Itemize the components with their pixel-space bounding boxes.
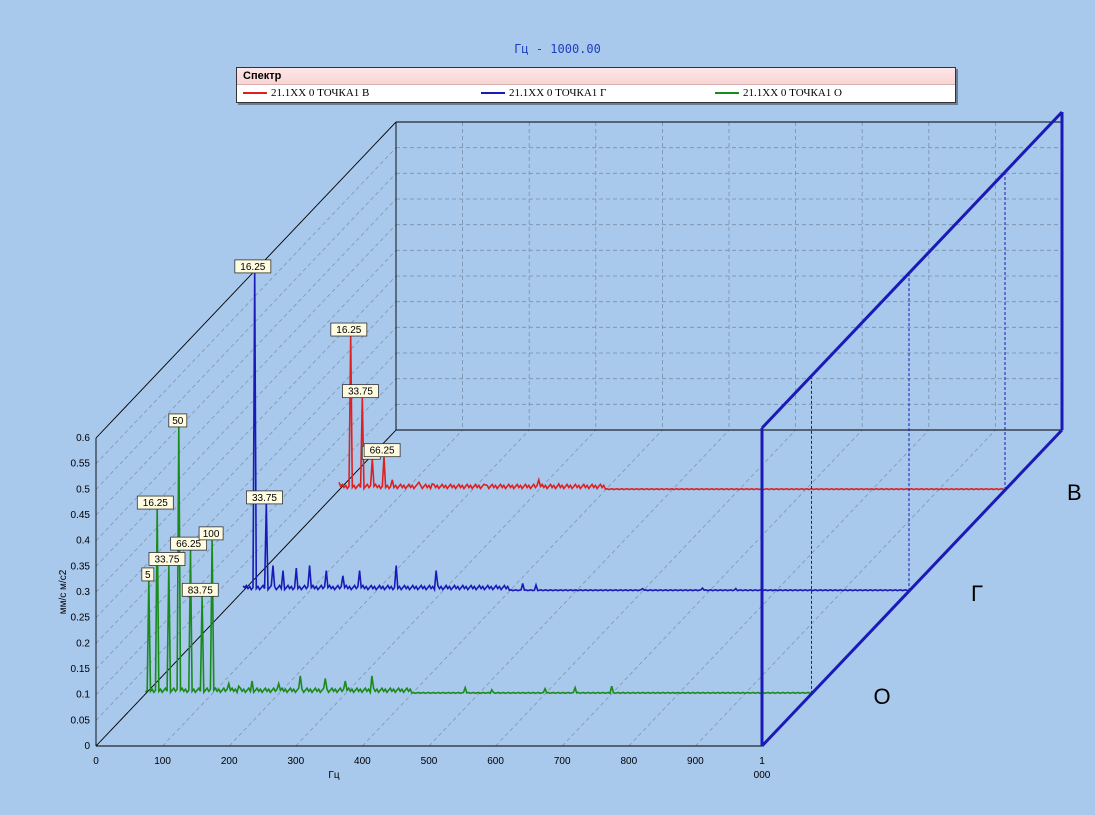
grid-line [95, 404, 397, 721]
data-label-text: 66.25 [176, 539, 201, 550]
legend: Спектр 21.1XX 0 ТОЧКА1 В 21.1XX 0 ТОЧКА1… [236, 67, 956, 103]
slice-edge [760, 110, 1064, 430]
data-label: 100 [198, 526, 224, 541]
data-label-text: 16.25 [143, 498, 168, 509]
data-label-text: 33.75 [154, 555, 179, 566]
y-tick-label: 0 [84, 741, 90, 752]
data-label: 5 [141, 567, 155, 582]
y-tick-label: 0.25 [71, 613, 91, 624]
data-label-text: 66.25 [370, 446, 395, 457]
y-axis-label: мм/с м/с2 [58, 569, 69, 614]
series-letter: О [874, 684, 891, 709]
legend-swatch [715, 92, 739, 95]
data-label: 33.75 [342, 384, 379, 399]
data-label: 16.25 [234, 259, 272, 274]
series-letter: Г [971, 581, 983, 606]
legend-item-label: 21.1XX 0 ТОЧКА1 Г [509, 87, 607, 99]
chart-frame [95, 121, 1062, 747]
y-tick-label: 0.35 [71, 561, 91, 572]
y-tick-label: 0.45 [71, 510, 91, 521]
y-tick-label: 0.4 [76, 536, 90, 547]
chart-title: Гц - 1000.00 [514, 42, 601, 56]
legend-item-g[interactable]: 21.1XX 0 ТОЧКА1 Г [481, 87, 606, 100]
data-label-text: 100 [203, 529, 220, 540]
y-tick-label: 0.3 [76, 587, 90, 598]
legend-item-o[interactable]: 21.1XX 0 ТОЧКА1 О [715, 87, 842, 100]
x-tick-label: 000 [754, 770, 771, 781]
series-О: 5 16.25 33.75 50 66.25 83.75 100 О [136, 413, 891, 709]
x-tick-label: 200 [221, 756, 238, 767]
data-label-text: 16.25 [336, 325, 361, 336]
data-label-text: 33.75 [252, 493, 277, 504]
x-tick-label: 300 [287, 756, 304, 767]
legend-swatch [243, 92, 267, 95]
legend-swatch [481, 92, 505, 95]
data-label: 33.75 [246, 490, 283, 505]
legend-heading: Спектр [237, 68, 955, 85]
legend-item-v[interactable]: 21.1XX 0 ТОЧКА1 В [243, 87, 369, 100]
grid [95, 121, 1063, 747]
data-label: 16.25 [330, 322, 368, 337]
grid-line [495, 429, 796, 747]
series-line [242, 272, 910, 593]
y-tick-label: 0.55 [71, 459, 91, 470]
legend-item-label: 21.1XX 0 ТОЧКА1 В [271, 87, 370, 99]
legend-item-label: 21.1XX 0 ТОЧКА1 О [743, 87, 843, 99]
y-tick-label: 0.05 [71, 715, 91, 726]
frequency-slice-box [760, 110, 1064, 748]
spectrum-3d-chart: 516.2533.755066.2583.75100О16.2533.75Г16… [58, 110, 1082, 781]
series-line [144, 426, 812, 695]
grid-line [695, 429, 996, 747]
x-axis-label: Гц [328, 770, 339, 781]
data-label-text: 83.75 [188, 585, 213, 596]
data-label-text: 33.75 [348, 387, 373, 398]
data-label: 16.25 [136, 495, 174, 510]
data-label: 33.75 [148, 552, 186, 566]
x-tick-label: 900 [687, 756, 704, 767]
data-label: 66.25 [363, 443, 401, 458]
x-tick-label: 600 [487, 756, 504, 767]
data-label: 83.75 [181, 582, 219, 597]
x-tick-label: 500 [421, 756, 438, 767]
y-tick-label: 0.15 [71, 664, 91, 675]
series-letter: В [1067, 480, 1082, 505]
x-tick-label: 400 [354, 756, 371, 767]
data-label-text: 50 [172, 416, 184, 427]
x-tick-label: 100 [154, 756, 171, 767]
series-В: 16.2533.755066.25В [330, 322, 1082, 505]
data-label-text: 16.25 [240, 262, 265, 273]
y-tick-label: 0.6 [76, 433, 90, 444]
slice-edge [760, 428, 1064, 748]
y-tick-label: 0.2 [76, 638, 90, 649]
y-tick-label: 0.1 [76, 690, 90, 701]
data-label-text: 5 [145, 570, 151, 581]
x-tick-label: 700 [554, 756, 571, 767]
y-tick-label: 0.5 [76, 484, 90, 495]
grid-line [561, 429, 863, 747]
series-line [338, 335, 1006, 491]
x-tick-label: 800 [620, 756, 637, 767]
x-tick-label: 1 [759, 756, 765, 767]
data-label: 50 [168, 413, 188, 428]
x-tick-label: 0 [93, 756, 99, 767]
